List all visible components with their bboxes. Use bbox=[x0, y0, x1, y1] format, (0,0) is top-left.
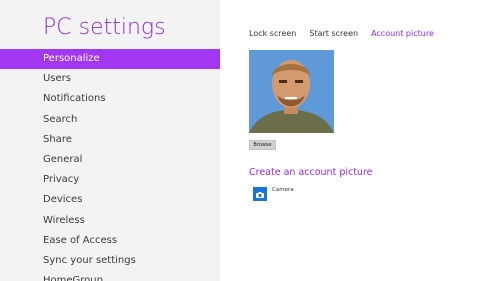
sidebar-item-notifications[interactable]: Notifications bbox=[0, 89, 220, 109]
sidebar-item-general[interactable]: General bbox=[0, 150, 220, 170]
app-title: PC settings bbox=[43, 15, 166, 40]
account-picture-image bbox=[249, 50, 334, 133]
tab-start-screen[interactable]: Start screen bbox=[309, 29, 358, 38]
sidebar-item-users[interactable]: Users bbox=[0, 69, 220, 89]
tab-account-picture[interactable]: Account picture bbox=[371, 29, 434, 38]
create-account-picture-heading: Create an account picture bbox=[249, 167, 373, 178]
tab-bar: Lock screen Start screen Account picture bbox=[249, 29, 447, 38]
sidebar-item-homegroup[interactable]: HomeGroup bbox=[0, 271, 220, 281]
tab-lock-screen[interactable]: Lock screen bbox=[249, 29, 296, 38]
sidebar-item-share[interactable]: Share bbox=[0, 130, 220, 150]
sidebar-item-search[interactable]: Search bbox=[0, 110, 220, 130]
camera-icon bbox=[256, 192, 264, 198]
main-content: Lock screen Start screen Account picture… bbox=[220, 0, 500, 281]
camera-app-label[interactable]: Camera bbox=[272, 187, 294, 193]
sidebar-item-devices[interactable]: Devices bbox=[0, 190, 220, 210]
account-picture bbox=[249, 50, 334, 133]
sidebar-item-privacy[interactable]: Privacy bbox=[0, 170, 220, 190]
sidebar-item-personalize[interactable]: Personalize bbox=[0, 49, 220, 70]
sidebar-item-wireless[interactable]: Wireless bbox=[0, 211, 220, 231]
sidebar-item-ease-of-access[interactable]: Ease of Access bbox=[0, 231, 220, 251]
sidebar-nav: Personalize Users Notifications Search S… bbox=[0, 49, 220, 281]
sidebar: PC settings Personalize Users Notificati… bbox=[0, 0, 220, 281]
camera-app-tile[interactable] bbox=[253, 187, 267, 201]
browse-button[interactable]: Browse bbox=[249, 140, 276, 150]
sidebar-item-sync-your-settings[interactable]: Sync your settings bbox=[0, 251, 220, 271]
